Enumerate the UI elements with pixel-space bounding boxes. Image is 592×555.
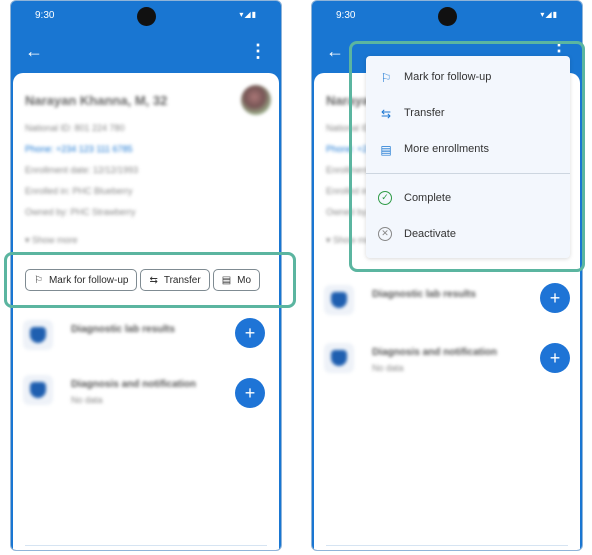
- show-more-link[interactable]: ▾ Show more: [25, 235, 78, 246]
- status-time: 9:30: [35, 10, 55, 21]
- signal-battery-icon: ▾◢▮: [239, 10, 257, 19]
- patient-detail: National ID: 801 224 780: [25, 123, 125, 133]
- status-bar: 9:30 ▾◢▮: [312, 1, 582, 31]
- back-arrow-icon[interactable]: ←: [25, 41, 43, 61]
- patient-detail: Owned by: PHC Strawberry: [25, 207, 136, 217]
- signal-battery-icon: ▾◢▮: [540, 10, 558, 19]
- status-time: 9:30: [336, 10, 356, 21]
- more-vert-icon[interactable]: ⋮: [249, 41, 267, 61]
- add-diagnosis-button[interactable]: +: [235, 378, 265, 408]
- section-diagnosis-notification[interactable]: Diagnosis and notification No data: [23, 373, 269, 407]
- section-title: Diagnosis and notification: [71, 379, 197, 390]
- status-bar: 9:30 ▾◢▮: [11, 1, 281, 31]
- camera-cutout: [137, 7, 156, 26]
- highlight-overflow-menu: [349, 41, 585, 272]
- section-diagnostic-lab-results[interactable]: Diagnostic lab results: [23, 318, 269, 352]
- lungs-icon: [324, 285, 354, 315]
- section-title: Diagnosis and notification: [372, 347, 498, 358]
- lungs-icon: [23, 320, 53, 350]
- avatar: [241, 85, 271, 115]
- person-icon: [23, 375, 53, 405]
- add-diagnosis-button[interactable]: +: [540, 343, 570, 373]
- camera-cutout: [438, 7, 457, 26]
- section-subtitle: No data: [372, 363, 404, 373]
- patient-detail: Phone: +234 123 111 6785: [25, 144, 133, 154]
- add-lab-result-button[interactable]: +: [235, 318, 265, 348]
- patient-detail: Enrolled in: PHC Blueberry: [25, 186, 133, 196]
- patient-name: Narayan Khanna, M, 32: [25, 93, 168, 108]
- section-diagnosis-notification[interactable]: Diagnosis and notification No data: [324, 341, 570, 375]
- section-diagnostic-lab-results[interactable]: Diagnostic lab results: [324, 283, 570, 317]
- section-subtitle: No data: [71, 395, 103, 405]
- section-title: Diagnostic lab results: [372, 289, 476, 300]
- content-card: Narayan Khanna, M, 32 National ID: 801 2…: [13, 73, 279, 550]
- patient-detail: Enrollment date: 12/12/1993: [25, 165, 139, 175]
- divider: [25, 545, 267, 546]
- person-icon: [324, 343, 354, 373]
- back-arrow-icon[interactable]: ←: [326, 41, 344, 61]
- divider: [326, 545, 568, 546]
- add-lab-result-button[interactable]: +: [540, 283, 570, 313]
- highlight-action-chips: [4, 252, 296, 308]
- section-title: Diagnostic lab results: [71, 324, 175, 335]
